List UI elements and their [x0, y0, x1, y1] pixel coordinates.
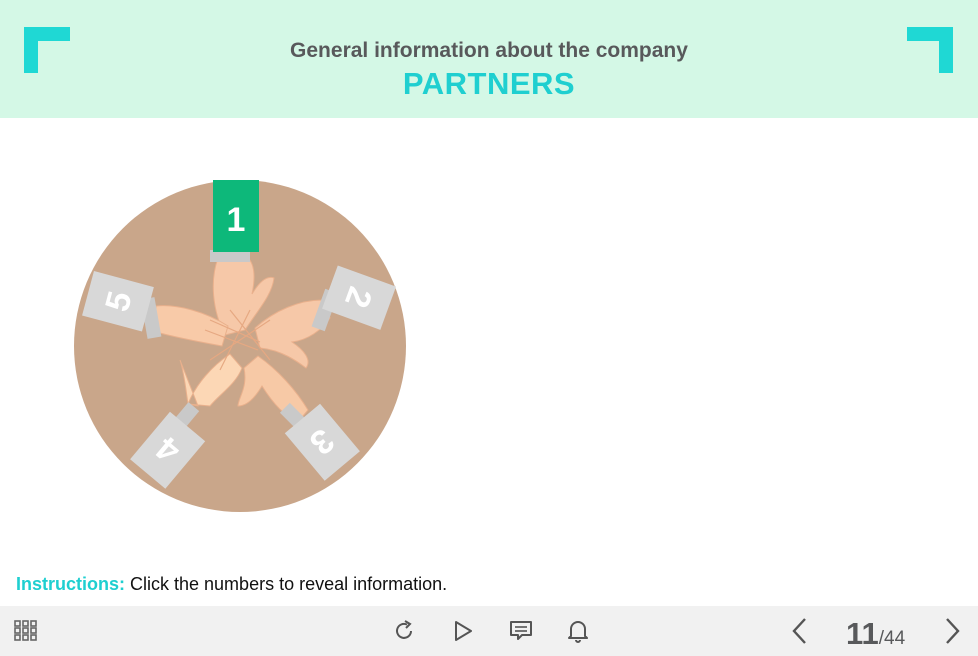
comment-icon — [510, 621, 532, 640]
player-toolbar: 11 /44 — [0, 606, 978, 656]
chevron-right-icon — [946, 618, 960, 644]
replay-button[interactable] — [388, 606, 420, 656]
menu-button[interactable] — [10, 606, 42, 656]
instructions-body: Click the numbers to reveal information. — [125, 574, 448, 594]
previous-slide-button[interactable] — [784, 606, 816, 656]
hotspot-1-label: 1 — [227, 201, 246, 239]
corner-bracket-top-right-icon — [907, 27, 953, 73]
grid-icon — [14, 620, 37, 641]
play-button[interactable] — [447, 606, 479, 656]
instructions-text: Instructions: Click the numbers to revea… — [16, 574, 447, 595]
next-slide-button[interactable] — [936, 606, 968, 656]
page-counter: 11 /44 — [846, 616, 906, 651]
replay-icon — [396, 620, 412, 639]
header-subtitle: General information about the company — [290, 39, 688, 62]
instructions-label: Instructions: — [16, 574, 126, 594]
notes-button[interactable] — [505, 606, 537, 656]
page-total: /44 — [878, 628, 906, 649]
notifications-button[interactable] — [562, 606, 594, 656]
bell-icon — [568, 621, 588, 643]
hotspot-1[interactable]: 1 — [213, 180, 259, 252]
page-current: 11 — [846, 616, 879, 651]
play-icon — [455, 621, 472, 641]
page-title: PARTNERS — [402, 66, 576, 101]
slide-header: General information about the company PA… — [0, 0, 978, 118]
chevron-left-icon — [792, 618, 806, 644]
partners-hands-illustration: 1 2 3 4 5 — [74, 180, 406, 512]
